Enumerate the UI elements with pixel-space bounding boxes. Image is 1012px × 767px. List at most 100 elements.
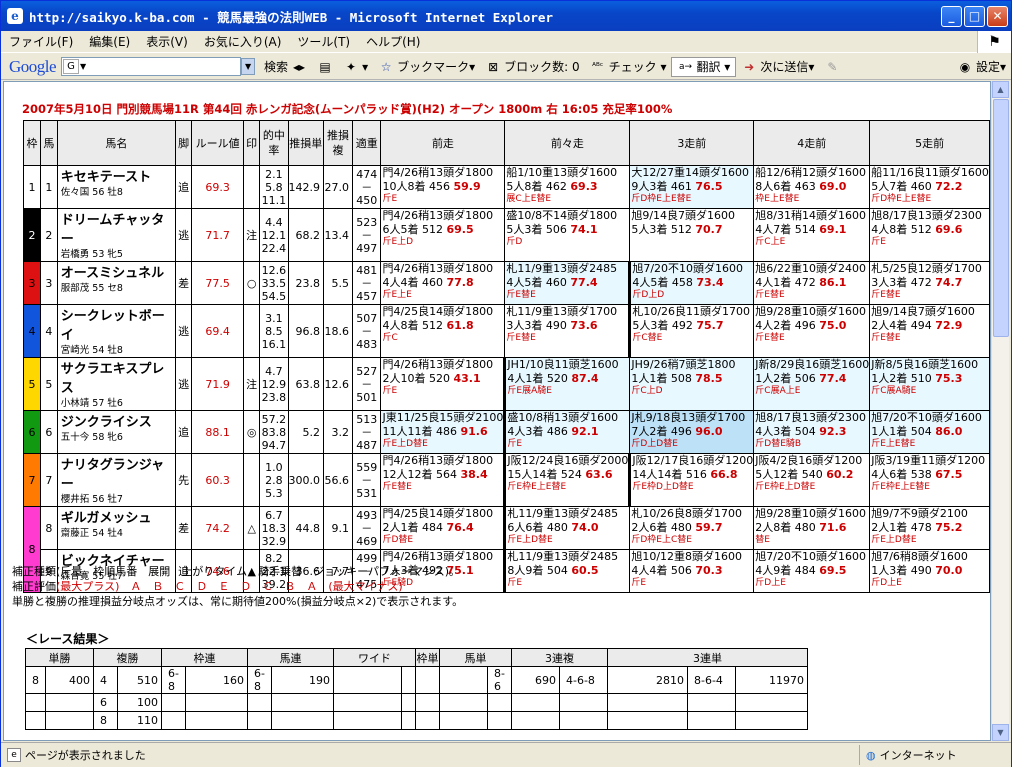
past-race-cell[interactable]: 札5/25良12頭ダ1700 3人3着 472 74.7 斤E替E [869, 261, 990, 305]
past-race-cell[interactable]: 門4/26稍13頭ダ1800 12人12着 564 38.4 斤E替E [380, 453, 506, 507]
past-race-value: 63.6 [585, 467, 613, 481]
search-arrow-icon: ◂▸ [293, 59, 306, 74]
past-race-cell[interactable]: 旭7/20不10頭ダ1600 1人1着 504 86.0 斤E上E替E [869, 410, 990, 454]
horse-name-cell[interactable]: ドリームチャッター 岩橋勇 53 牝5 [56, 208, 177, 262]
minimize-button[interactable]: _ [941, 6, 962, 27]
past-race-cell[interactable]: 旭10/12重8頭ダ1600 4人4着 506 70.3 斤E [629, 549, 755, 593]
past-race-cell[interactable]: 盛10/8不14頭ダ1800 5人3着 506 74.1 斤D [504, 208, 631, 262]
past-race-cell[interactable]: 門4/26稍13頭ダ1800 10人8着 456 59.9 斤E [380, 165, 506, 209]
past-race-cell[interactable]: 船1/10重13頭ダ1600 5人8着 462 69.3 展C上E替E [504, 165, 631, 209]
news-button[interactable]: ▤ [312, 59, 338, 75]
horse-name-cell[interactable]: シークレットボーイ 宮崎光 54 牡8 [56, 304, 177, 358]
horse-name[interactable]: キセキテースト [61, 167, 175, 188]
past-race-correction: 斤E [871, 237, 886, 247]
spellcheck-button[interactable]: ᴬᴮᶜ チェック ▾ [585, 58, 672, 75]
pencil-icon: ✎ [827, 59, 838, 74]
settings-button[interactable]: ◉ 設定▾ [952, 58, 1011, 75]
past-race-cell[interactable]: J阪12/17良16頭ダ1200 14人14着 516 66.8 斤E枠D上D替E [628, 453, 755, 507]
past-race-cell[interactable]: 旭8/17良13頭ダ2300 4人3着 504 92.3 斤D替E騎B [753, 410, 871, 454]
past-race-cell[interactable]: 盛10/8稍13頭ダ1600 4人3着 486 92.1 斤E [503, 410, 631, 454]
horse-name[interactable]: オースミシュネル [61, 263, 175, 284]
past-race-cell[interactable]: 札10/26良8頭ダ1700 2人6着 480 59.7 斤D枠E上C替E [629, 506, 755, 550]
past-race-cell[interactable]: 旭7/6稍8頭ダ1600 1人3着 490 70.0 斤D上E [869, 549, 990, 593]
close-button[interactable]: ✕ [987, 6, 1008, 27]
horse-name-cell[interactable]: キセキテースト 佐々国 56 牡8 [56, 165, 177, 209]
past-race-cell[interactable]: 札11/9重13頭ダ2485 4人5着 460 77.4 斤E替E [504, 261, 631, 305]
menu-file[interactable]: ファイル(F) [1, 33, 81, 50]
past-race-cell[interactable]: J新8/29良16頭芝1600 1人2着 506 77.4 斤C展A上E [753, 357, 871, 411]
horse-name[interactable]: サクラエキスプレス [61, 359, 175, 399]
translate-button[interactable]: a→ 翻訳 ▾ [671, 56, 737, 77]
maximize-button[interactable]: □ [964, 6, 985, 27]
past-race-cell[interactable]: 旭9/14良7頭ダ1600 2人4着 494 72.9 斤E替E [869, 304, 990, 358]
search-dropdown-button[interactable]: ▼ [241, 58, 256, 75]
past-race-cell[interactable]: JH1/10良11頭芝1600 4人1着 520 87.4 斤E展A騎E [503, 357, 631, 411]
scroll-up-arrow-icon[interactable]: ▲ [992, 81, 1009, 98]
horse-name-cell[interactable]: サクラエキスプレス 小林靖 57 牡6 [56, 357, 177, 411]
past-race-cell[interactable]: 船11/16良11頭ダ1600 5人7着 460 72.2 斤D枠E上E替E [869, 165, 990, 209]
google-search-input[interactable]: G ▼ [61, 57, 242, 76]
waku-cell: 4 [23, 304, 41, 358]
popup-block-button[interactable]: ⊠ ブロック数: 0 [480, 58, 585, 75]
past-race-cell[interactable]: 旭8/17良13頭ダ2300 4人8着 512 69.6 斤E [869, 208, 990, 262]
past-race-cell[interactable]: J新8/5良16頭芝1600 1人2着 510 75.3 斤C展A騎E [869, 357, 990, 411]
past-race-cell[interactable]: 旭9/28重10頭ダ1600 2人8着 480 71.6 替E [753, 506, 871, 550]
past-race-cell[interactable]: J阪4/2良16頭ダ1200 5人12着 540 60.2 斤E枠E上D替E [753, 453, 871, 507]
past-race-cell[interactable]: 旭6/22重10頭ダ2400 4人1着 472 86.1 斤E替E [753, 261, 871, 305]
menu-edit[interactable]: 編集(E) [81, 33, 138, 50]
scroll-thumb[interactable] [993, 99, 1009, 337]
horse-name[interactable]: シークレットボーイ [61, 306, 175, 346]
status-text: ページが表示されました [25, 749, 146, 762]
fuku-loss: 5.5 [323, 261, 353, 305]
past-race-cell[interactable]: 旭9/14良7頭ダ1600 5人3着 512 70.7 [629, 208, 755, 262]
past-race-cell[interactable]: JH9/26稍7頭芝1800 1人1着 508 78.5 斤C上D [629, 357, 755, 411]
past-race-cell[interactable]: J札9/18良13頭ダ1700 7人2着 496 96.0 斤D上D替E [629, 410, 755, 454]
highlight-button[interactable]: ✎ [819, 59, 845, 75]
horse-name[interactable]: ドリームチャッター [61, 210, 175, 250]
horse-name[interactable]: ジンクライシス [61, 412, 175, 433]
past-race-cell[interactable]: 大12/27重14頭ダ1600 9人3着 461 76.5 斤D枠E上E替E [629, 165, 755, 209]
google-logo[interactable]: Google [9, 57, 57, 77]
past-race-correction: 斤E上D [382, 237, 414, 247]
past-race-cell[interactable]: 旭9/7不9頭ダ2100 2人1着 478 75.2 斤E上D替E [869, 506, 990, 550]
menu-favorites[interactable]: お気に入り(A) [196, 33, 290, 50]
past-race-result: 1人1着 504 86.0 [871, 425, 988, 439]
search-button[interactable]: 検索 ◂▸ [259, 58, 312, 75]
past-race-cell[interactable]: 札11/9重13頭ダ2485 6人6着 480 74.0 斤E上D替E [503, 506, 631, 550]
horse-name[interactable]: ナリタグランジャー [61, 455, 175, 495]
header-mark: 印 [243, 120, 261, 166]
past-race-cell[interactable]: 門4/26稍13頭ダ1800 6人5着 512 69.5 斤E上D [380, 208, 506, 262]
past-race-cell[interactable]: 札11/9重13頭ダ1700 3人3着 490 73.6 斤E替E [504, 304, 631, 358]
past-race-cell[interactable]: 門4/25良14頭ダ1800 2人1着 484 76.4 斤D替E [380, 506, 506, 550]
weight-value: 497 [356, 241, 378, 255]
past-race-cell[interactable]: 旭7/20不10頭ダ1600 4人5着 458 73.4 斤D上D [628, 261, 755, 305]
horse-name-cell[interactable]: ナリタグランジャー 櫻井拓 56 牡7 [56, 453, 177, 507]
past-race-cell[interactable]: 旭9/28重10頭ダ1600 4人2着 496 75.0 斤E替E [753, 304, 871, 358]
past-race-cell[interactable]: 門4/26稍13頭ダ1800 4人4着 460 77.8 斤E上E [380, 261, 506, 305]
past-race-cell[interactable]: J阪3/19重11頭ダ1200 4人6着 538 67.5 斤E枠E上E替E [869, 453, 990, 507]
past-race-cell[interactable]: 船12/6稍12頭ダ1600 8人6着 463 69.0 枠E上E替E [753, 165, 871, 209]
past-race-cell[interactable]: 旭7/20不10頭ダ1600 4人9着 484 69.5 斤D上E [753, 549, 871, 593]
menu-help[interactable]: ヘルプ(H) [358, 33, 428, 50]
puzzle-button[interactable]: ✦ ▾ [338, 59, 373, 75]
horse-name-cell[interactable]: ギルガメッシュ 齋藤正 54 牡4 [56, 506, 177, 550]
scroll-down-arrow-icon[interactable]: ▼ [992, 724, 1009, 741]
horse-name-cell[interactable]: オースミシュネル 服部茂 55 セ8 [56, 261, 177, 305]
menu-tools[interactable]: ツール(T) [289, 33, 358, 50]
past-race-cell[interactable]: 札10/26良11頭ダ1700 5人3着 492 75.7 斤C替E [628, 304, 755, 358]
horse-name[interactable]: ギルガメッシュ [61, 508, 175, 529]
past-race-cell[interactable]: 札11/9重13頭ダ2485 8人9着 504 60.5 斤E [503, 549, 631, 593]
hit-rate-value: 32.9 [261, 534, 287, 548]
past-race-info: 旭9/7不9頭ダ2100 [871, 507, 968, 521]
past-race-cell[interactable]: 門4/25良14頭ダ1800 4人8着 512 61.8 斤C [380, 304, 506, 358]
past-race-place: 5人3着 512 [631, 222, 692, 236]
past-race-cell[interactable]: J東11/25良15頭ダ2100 11人11着 486 91.6 斤E上D替E [380, 410, 506, 454]
vertical-scrollbar[interactable]: ▲ ▼ [991, 81, 1009, 741]
past-race-cell[interactable]: 門4/26稍13頭ダ1800 2人10着 520 43.1 斤E [380, 357, 506, 411]
menu-view[interactable]: 表示(V) [138, 33, 196, 50]
horse-name-cell[interactable]: ジンクライシス 五十今 58 牝6 [56, 410, 177, 454]
past-race-cell[interactable]: 旭8/31稍14頭ダ1600 4人7着 514 69.1 斤C上E [753, 208, 871, 262]
past-race-cell[interactable]: J阪12/24良16頭ダ2000 15人14着 524 63.6 斤E枠E上E替E [503, 453, 631, 507]
bookmark-button[interactable]: ☆ ブックマーク▾ [373, 58, 480, 75]
sendto-button[interactable]: ➜ 次に送信▾ [736, 58, 819, 75]
